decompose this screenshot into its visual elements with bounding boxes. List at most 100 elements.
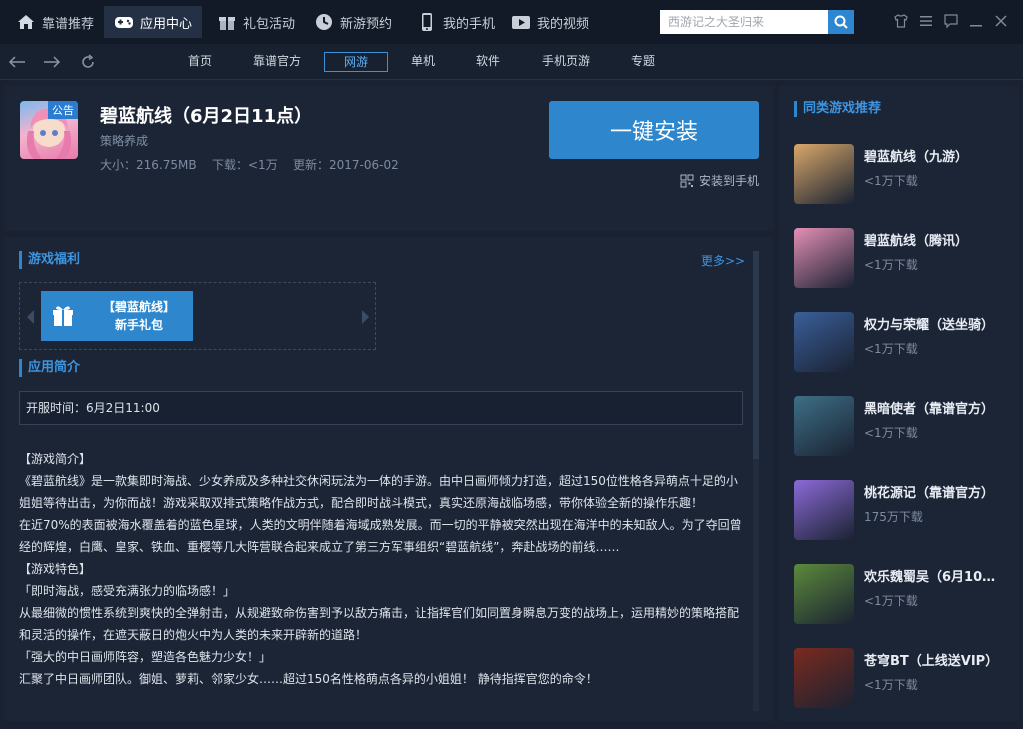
carousel-prev-icon[interactable] [27, 310, 34, 324]
tab-online-games[interactable]: 网游 [324, 52, 388, 72]
nav-label: 新游预约 [340, 16, 393, 32]
recommended-game-item[interactable]: 欢乐魏蜀吴（6月10日） <1万下载 [794, 564, 1014, 624]
gift-pack-card[interactable]: 【碧蓝航线】 新手礼包 [41, 291, 193, 341]
nav-label: 我的视频 [537, 16, 590, 32]
game-name: 欢乐魏蜀吴（6月10日） [864, 570, 1004, 585]
nav-recommend[interactable]: 靠谱推荐 [6, 6, 104, 38]
game-name: 碧蓝航线（腾讯） [864, 234, 969, 249]
nav-my-phone[interactable]: 我的手机 [407, 6, 505, 38]
game-downloads: <1万下载 [864, 678, 918, 692]
game-icon [794, 396, 854, 456]
tab-official[interactable]: 靠谱官方 [247, 52, 307, 72]
nav-gift[interactable]: 礼包活动 [207, 6, 305, 38]
gamepad-icon [114, 12, 134, 32]
game-downloads: <1万下载 [864, 174, 918, 188]
qr-code-icon [680, 174, 694, 187]
desc-line: 【游戏简介】 [19, 452, 92, 466]
chat-icon [944, 14, 958, 29]
search-button[interactable] [828, 10, 854, 34]
intro-title: 应用简介 [19, 359, 80, 377]
feedback-button[interactable] [942, 12, 960, 30]
sub-nav-bar: 首页 靠谱官方 网游 单机 软件 手机页游 专题 [0, 44, 1023, 80]
desc-line: 「即时海战，感受充满张力的临场感！」 [19, 584, 236, 598]
game-downloads: 175万下载 [864, 510, 923, 524]
nav-reserve[interactable]: 新游预约 [304, 6, 402, 38]
gift-icon [217, 12, 237, 32]
app-updated: 更新：2017-06-02 [293, 158, 399, 172]
desc-line: 从最细微的惯性系统到爽快的全弹射击，从规避致命伤害到予以敌方痛击，让指挥官们如同… [19, 606, 740, 620]
game-icon [794, 648, 854, 708]
minimize-button[interactable] [967, 12, 985, 30]
top-nav-bar: 靠谱推荐 应用中心 礼包活动 新游预约 我的手机 我的视频 [0, 0, 1023, 44]
recommended-game-item[interactable]: 碧蓝航线（九游） <1万下载 [794, 144, 1014, 204]
back-button[interactable] [7, 52, 27, 72]
game-name: 碧蓝航线（九游） [864, 150, 969, 165]
game-icon [794, 144, 854, 204]
recommended-game-item[interactable]: 桃花源记（靠谱官方） 175万下载 [794, 480, 1014, 540]
desc-line: 姐姐等待出击，为你而战！游戏采取双排式策略作战方式，配合即时战斗模式，真实还原海… [19, 496, 704, 510]
install-button[interactable]: 一键安装 [549, 101, 759, 159]
game-downloads: <1万下载 [864, 258, 918, 272]
game-downloads: <1万下载 [864, 594, 918, 608]
open-time-box: 开服时间：6月2日11:00 [19, 391, 743, 425]
nav-label: 礼包活动 [243, 16, 296, 32]
gift-pack-game: 【碧蓝航线】 [102, 300, 175, 314]
shirt-icon [894, 14, 908, 28]
skin-button[interactable] [892, 12, 910, 30]
gift-pack-name: 新手礼包 [114, 318, 163, 332]
minimize-icon [970, 25, 982, 27]
video-icon [511, 12, 531, 32]
app-detail-panel: 游戏福利 更多>> 【碧蓝航线】 新手礼包 应用简介 开服时间：6月2日11:0… [4, 237, 774, 721]
carousel-next-icon[interactable] [362, 310, 369, 324]
desc-line: 在近70%的表面被海水覆盖着的蓝色星球，人类的文明伴随着海域成熟发展。而一切的平… [19, 518, 742, 532]
scrollbar-thumb[interactable] [753, 251, 759, 459]
app-size: 大小：216.75MB [100, 158, 197, 172]
game-icon [794, 228, 854, 288]
menu-icon [920, 16, 932, 26]
forward-button[interactable] [42, 52, 62, 72]
clock-icon [314, 12, 334, 32]
arrow-left-icon [8, 56, 25, 68]
search-icon [834, 15, 848, 29]
tab-mobile-web-games[interactable]: 手机页游 [536, 52, 596, 72]
nav-my-video[interactable]: 我的视频 [501, 6, 599, 38]
gift-carousel: 【碧蓝航线】 新手礼包 [19, 282, 376, 350]
tab-software[interactable]: 软件 [466, 52, 510, 72]
desc-line: 汇聚了中日画师团队。御姐、萝莉、邻家少女……超过150名性格萌点各异的小姐姐！ … [19, 672, 598, 686]
notice-badge: 公告 [48, 101, 78, 119]
desc-line: 《碧蓝航线》是一款集即时海战、少女养成及多种社交休闲玩法为一体的手游。由中日画师… [19, 474, 738, 488]
desc-line: 「强大的中日画师阵容，塑造各色魅力少女！」 [19, 650, 272, 664]
similar-games-sidebar: 同类游戏推荐 碧蓝航线（九游） <1万下载 碧蓝航线（腾讯） <1万下载 权力与荣耀（送… [779, 86, 1019, 721]
recommended-game-item[interactable]: 碧蓝航线（腾讯） <1万下载 [794, 228, 1014, 288]
game-description: 【游戏简介】 《碧蓝航线》是一款集即时海战、少女养成及多种社交休闲玩法为一体的手… [19, 448, 743, 690]
app-title: 碧蓝航线（6月2日11点） [100, 106, 313, 127]
game-name: 桃花源记（靠谱官方） [864, 486, 995, 501]
gift-icon [41, 291, 85, 341]
close-icon [995, 15, 1007, 27]
benefits-title: 游戏福利 [19, 251, 80, 269]
game-downloads: <1万下载 [864, 426, 918, 440]
menu-button[interactable] [917, 12, 935, 30]
close-button[interactable] [992, 12, 1010, 30]
install-to-phone-link[interactable]: 安装到手机 [680, 172, 759, 189]
scrollbar[interactable] [753, 251, 759, 711]
game-icon [794, 564, 854, 624]
similar-games-title: 同类游戏推荐 [794, 101, 881, 117]
recommended-game-item[interactable]: 权力与荣耀（送坐骑） <1万下载 [794, 312, 1014, 372]
nav-app-center[interactable]: 应用中心 [104, 6, 203, 38]
more-link[interactable]: 更多>> [701, 252, 745, 269]
recommended-game-item[interactable]: 苍穹BT（上线送VIP） <1万下载 [794, 648, 1014, 708]
recommended-game-item[interactable]: 黑暗使者（靠谱官方） <1万下载 [794, 396, 1014, 456]
game-name: 权力与荣耀（送坐骑） [864, 318, 995, 333]
tab-home[interactable]: 首页 [178, 52, 222, 72]
home-icon [16, 12, 36, 32]
game-name: 黑暗使者（靠谱官方） [864, 402, 995, 417]
arrow-right-icon [44, 56, 61, 68]
nav-label: 应用中心 [140, 16, 193, 32]
tab-topics[interactable]: 专题 [621, 52, 665, 72]
refresh-button[interactable] [78, 52, 98, 72]
search-input[interactable] [660, 10, 828, 34]
tab-single-player[interactable]: 单机 [401, 52, 445, 72]
game-name: 苍穹BT（上线送VIP） [864, 654, 999, 669]
desc-line: 和灵活的操作，在遮天蔽日的炮火中为人类的未来开辟新的道路！ [19, 628, 368, 642]
